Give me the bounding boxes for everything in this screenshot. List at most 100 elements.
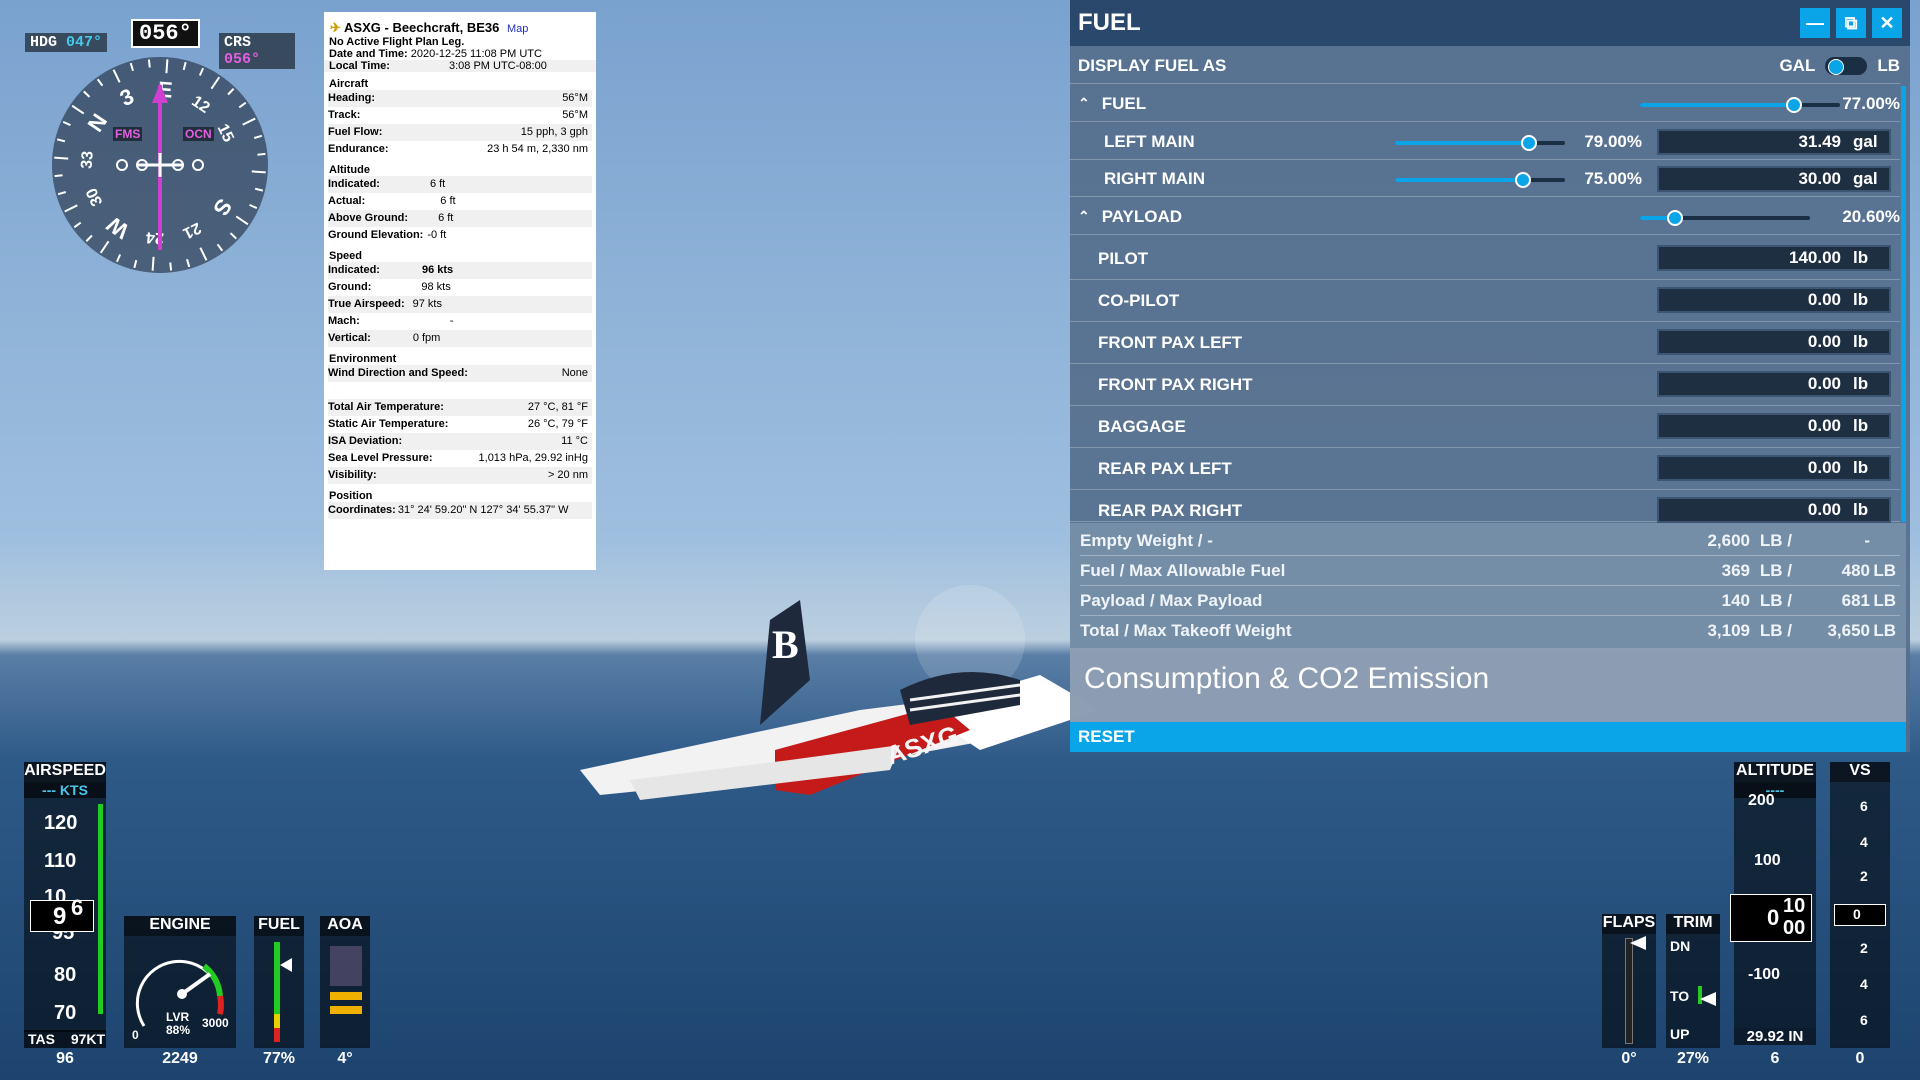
airspeed-tick: 80 <box>54 964 77 986</box>
minimize-button[interactable]: — <box>1800 8 1830 38</box>
compass-tick <box>54 156 69 160</box>
vs-tick: 6 <box>1860 798 1868 814</box>
weight-summary: Empty Weight / - 2,600 LB / - Fuel / Max… <box>1070 523 1906 648</box>
kv-row: Total Air Temperature: 27 °C, 81 °F <box>328 399 592 416</box>
kv-row: Wind Direction and Speed: None <box>328 365 592 382</box>
heading-readout: 056° <box>131 19 200 48</box>
vs-tick: 2 <box>1860 868 1868 884</box>
fuel-section-label: FUEL <box>1101 93 1147 113</box>
aoa-bar-dim <box>330 946 362 986</box>
summary-row: Fuel / Max Allowable Fuel 369 LB / 480 L… <box>1080 557 1900 586</box>
kv-row: Indicated: 96 kts <box>328 262 592 279</box>
fuel-total-slider[interactable] <box>1640 97 1840 113</box>
right-main-slider[interactable] <box>1395 172 1565 188</box>
trim-readout: 27% <box>1676 1050 1710 1067</box>
station-weight-input[interactable]: 0.00 lb <box>1657 455 1891 481</box>
kv-row: ISA Deviation: 11 °C <box>328 433 592 450</box>
section-speed: Speed <box>329 250 363 262</box>
close-button[interactable]: ✕ <box>1872 8 1902 38</box>
vs-tick: 6 <box>1860 1012 1868 1028</box>
station-weight-input[interactable]: 0.00 lb <box>1657 329 1891 355</box>
airspeed-tick: 120 <box>44 812 78 834</box>
trim-title: TRIM <box>1666 914 1720 934</box>
heading-compass: N 3 E 12 15 S 21 24 W 30 33 056° HDG 047° CRS 056°… <box>25 19 295 280</box>
compass-tick <box>147 59 151 68</box>
compass-tick <box>169 262 173 271</box>
engine-gauge: 0 3000 LVR 88% <box>124 936 236 1048</box>
crs-readout: CRS 056° <box>219 33 295 69</box>
undock-button[interactable]: ⧉ <box>1836 8 1866 38</box>
map-link[interactable]: Map <box>507 23 528 35</box>
payload-total-slider[interactable] <box>1640 210 1810 226</box>
payload-section-label: PAYLOAD <box>1101 206 1183 226</box>
altitude-tick: 200 <box>1748 792 1775 809</box>
unit-lb-label: LB <box>1877 55 1900 75</box>
flight-plan-status: No Active Flight Plan Leg. <box>329 36 465 48</box>
trim-dn-label: DN <box>1670 938 1691 954</box>
unit-toggle[interactable] <box>1825 56 1868 75</box>
baro-setting[interactable]: 29.92 IN <box>1734 1028 1816 1045</box>
flaps-readout: 0° <box>1621 1050 1637 1067</box>
left-main-quantity-input[interactable]: 31.49 gal <box>1657 129 1891 155</box>
altitude-readout: 6 <box>1770 1050 1780 1067</box>
compass-tick <box>165 59 169 74</box>
station-weight-input[interactable]: 0.00 lb <box>1657 413 1891 439</box>
kv-row: Indicated: 6 ft <box>328 176 592 193</box>
airspeed-current-box: 9 6 <box>30 895 94 932</box>
section-altitude: Altitude <box>329 164 370 176</box>
fuel-total-percent: 77.00% <box>1842 94 1900 113</box>
engine-rpm-readout: 2249 <box>162 1050 198 1067</box>
section-aircraft: Aircraft <box>329 78 369 90</box>
compass-tick <box>151 256 155 271</box>
compass-tick <box>251 170 266 174</box>
lever-value: 88% <box>166 1023 191 1037</box>
kv-row: Static Air Temperature: 26 °C, 79 °F <box>328 418 588 430</box>
summary-row: Payload / Max Payload 140 LB / 681 LB <box>1080 587 1900 616</box>
section-environment: Environment <box>329 353 397 365</box>
fuel-panel: FUEL — ⧉ ✕ DISPLAY FUEL AS GAL LB ⌃ FUEL… <box>1070 0 1910 752</box>
altitude-title: ALTITUDE <box>1734 762 1816 782</box>
flaps-title: FLAPS <box>1602 914 1656 934</box>
summary-row: Empty Weight / - 2,600 LB / - <box>1080 527 1900 556</box>
flaps-indicator <box>1630 936 1646 950</box>
close-icon: ✕ <box>1879 12 1895 33</box>
aircraft-list: Heading: 56°M Track: 56°M Fuel Flow: 15 pph… <box>324 90 596 158</box>
chevron-up-icon: ⌃ <box>1078 95 1090 111</box>
station-weight-input[interactable]: 0.00 lb <box>1657 287 1891 313</box>
chevron-up-icon: ⌃ <box>1078 208 1090 224</box>
unit-toggle-knob <box>1828 58 1845 75</box>
compass-label: 33 <box>79 150 97 169</box>
fms-annunciator: FMS <box>113 127 143 141</box>
reset-button[interactable]: RESET <box>1070 722 1906 752</box>
environment-list: Wind Direction and Speed: None Total Air … <box>324 365 596 484</box>
date-time-row: Date and Time: 2020-12-25 11:08 PM UTC <box>329 48 542 60</box>
airspeed-footer: 96 <box>56 1050 74 1067</box>
aoa-readout: 4° <box>337 1050 353 1067</box>
local-time-row: Local Time: 3:08 PM UTC-08:00 <box>324 60 596 72</box>
flaps-gauge <box>1602 934 1656 1048</box>
rpm-min: 0 <box>132 1028 139 1042</box>
left-main-slider[interactable] <box>1395 135 1565 151</box>
kv-row: Fuel Flow: 15 pph, 3 gph <box>328 124 592 141</box>
consumption-section[interactable]: Consumption & CO2 Emission <box>1070 648 1906 722</box>
hdg-bug-readout: HDG 047° <box>25 33 108 52</box>
vs-title: VS <box>1830 762 1890 782</box>
station-weight-input[interactable]: 0.00 lb <box>1657 497 1891 523</box>
fuel-gauge-green <box>274 942 280 1014</box>
fuel-gauge-title: FUEL <box>254 916 304 936</box>
vs-tick: 2 <box>1860 940 1868 956</box>
airspeed-green-band <box>98 804 103 1014</box>
fuel-gauge <box>254 936 304 1048</box>
right-main-quantity-input[interactable]: 30.00 gal <box>1657 166 1891 192</box>
fuel-panel-title: FUEL <box>1078 9 1141 36</box>
station-weight-input[interactable]: 0.00 lb <box>1657 371 1891 397</box>
altitude-tick: -100 <box>1748 966 1781 983</box>
kv-row: Ground Elevation: -0 ft <box>328 229 447 241</box>
scrollbar[interactable] <box>1901 86 1906 522</box>
compass-rose: N3 E1215S2124W3033 <box>52 57 268 273</box>
station-weight-input[interactable]: 140.00 lb <box>1657 245 1891 271</box>
airspeed-tick: 110 <box>44 850 77 872</box>
aoa-bar <box>330 992 362 1000</box>
airspeed-bug: --- KTS <box>24 782 106 798</box>
unit-gal-label: GAL <box>1779 55 1816 75</box>
